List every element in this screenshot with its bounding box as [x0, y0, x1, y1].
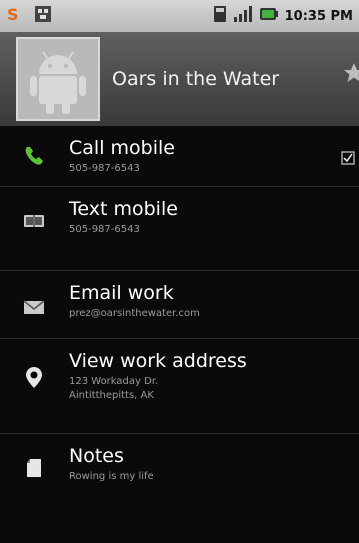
map-pin-icon: [22, 365, 46, 389]
action-text-mobile[interactable]: Text mobile 505-987-6543: [0, 187, 359, 271]
status-bar: S 10:35 PM: [0, 0, 359, 32]
contact-avatar[interactable]: [16, 37, 100, 121]
action-notes[interactable]: Notes Rowing is my life: [0, 434, 359, 506]
phone-icon: [22, 144, 46, 168]
action-title: Email work: [69, 282, 174, 304]
action-title: Text mobile: [69, 198, 178, 220]
android-silhouette-icon: [30, 51, 86, 114]
status-time: 10:35 PM: [284, 8, 353, 24]
usb-debug-icon: [34, 5, 52, 27]
svg-text:S: S: [7, 5, 19, 23]
action-detail: Aintitthepitts, AK: [69, 390, 154, 401]
contact-action-list: Call mobile 505-987-6543 Text mobile 505…: [0, 126, 359, 506]
action-detail: 505-987-6543: [69, 224, 140, 235]
action-email-work[interactable]: Email work prez@oarsinthewater.com: [0, 271, 359, 339]
action-detail: prez@oarsinthewater.com: [69, 308, 200, 319]
action-detail: 123 Workaday Dr.: [69, 376, 159, 387]
action-title: Notes: [69, 445, 124, 467]
action-title: Call mobile: [69, 137, 175, 159]
notification-app-icon: S: [6, 5, 20, 27]
contact-details-screen: S 10:35 PM Oars in the Water Call mobile…: [0, 0, 359, 543]
default-number-check-icon: [341, 150, 355, 169]
action-call-mobile[interactable]: Call mobile 505-987-6543: [0, 126, 359, 187]
contact-name: Oars in the Water: [112, 68, 280, 90]
contact-header: Oars in the Water: [0, 32, 359, 126]
action-view-work-address[interactable]: View work address 123 Workaday Dr. Ainti…: [0, 339, 359, 434]
action-title: View work address: [69, 350, 247, 372]
action-detail: Rowing is my life: [69, 471, 154, 482]
signal-strength-icon: [233, 5, 253, 27]
action-detail: 505-987-6543: [69, 163, 140, 174]
battery-icon: [259, 5, 279, 27]
message-icon: [22, 209, 46, 233]
note-icon: [22, 456, 46, 480]
envelope-icon: [22, 295, 46, 319]
sd-card-icon: [213, 5, 227, 27]
favorite-star-icon[interactable]: [343, 62, 359, 88]
